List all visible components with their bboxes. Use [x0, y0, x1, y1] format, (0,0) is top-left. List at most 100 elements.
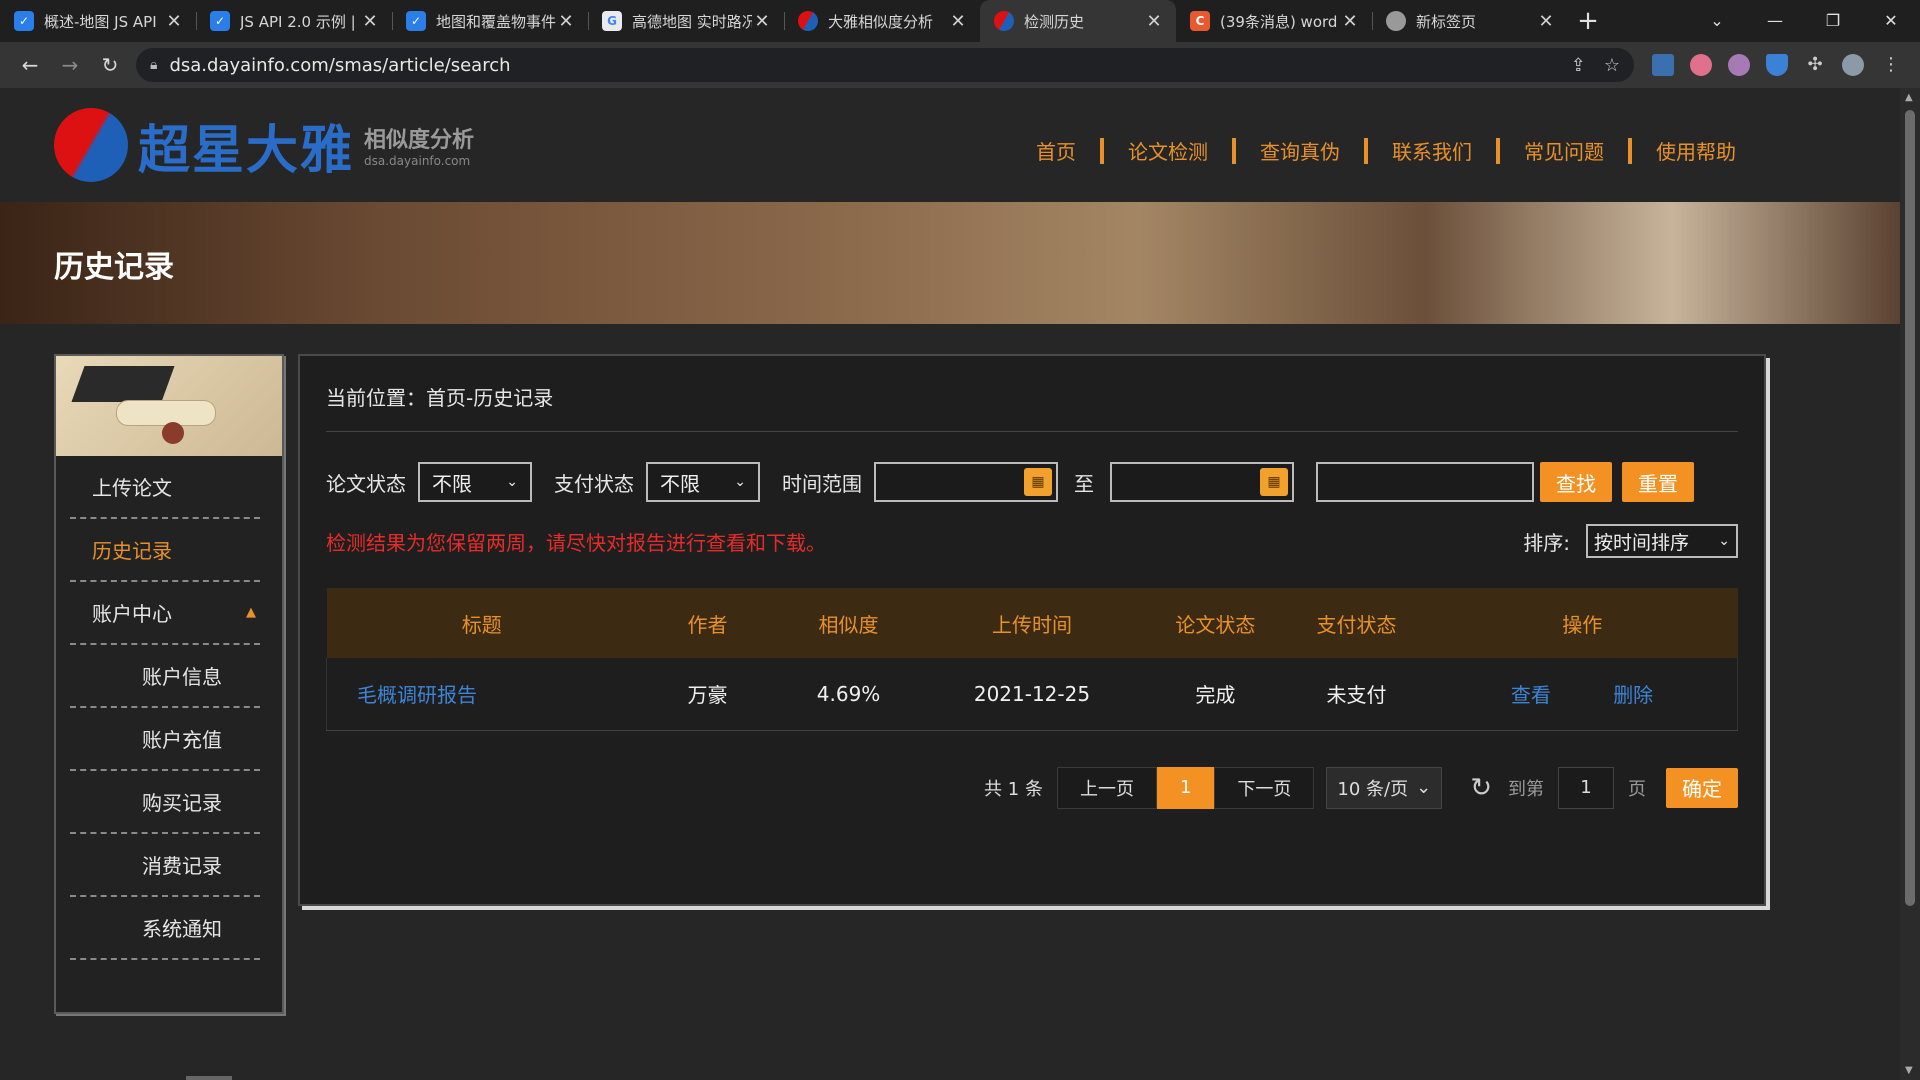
nav-faq[interactable]: 常见问题 [1500, 136, 1628, 165]
page-banner: 历史记录 [0, 202, 1900, 324]
avatar[interactable] [1842, 54, 1864, 76]
browser-tab[interactable]: ✓ 地图和覆盖物事件 ✕ [392, 0, 588, 42]
nav-paper-check[interactable]: 论文检测 [1104, 136, 1232, 165]
sort-control: 排序: 按时间排序 ⌄ [1523, 524, 1738, 558]
delete-link[interactable]: 删除 [1613, 683, 1653, 707]
sidebar-item-recharge[interactable]: 账户充值 [70, 708, 260, 771]
browser-tab-strip: ✓ 概述-地图 JS API ✕ ✓ JS API 2.0 示例 | ✕ ✓ 地图和覆盖物… [0, 0, 1920, 42]
sidebar-item-purchases[interactable]: 购买记录 [70, 771, 260, 834]
sidebar-item-upload[interactable]: 上传论文 [70, 456, 260, 519]
pay-status-select[interactable]: 不限 ⌄ [646, 462, 760, 502]
close-tab-icon[interactable]: ✕ [1144, 11, 1164, 32]
reset-button[interactable]: 重置 [1622, 462, 1694, 502]
close-tab-icon[interactable]: ✕ [164, 11, 184, 32]
similarity-cell: 4.69% [816, 681, 881, 706]
scroll-up-icon[interactable]: ▲ [1905, 92, 1913, 103]
col-title: 标题 [461, 612, 502, 637]
nav-verify[interactable]: 查询真伪 [1236, 136, 1364, 165]
browser-tab[interactable]: C (39条消息) word ✕ [1176, 0, 1372, 42]
refresh-icon[interactable]: ↻ [1470, 773, 1492, 803]
start-date-input[interactable]: ▦ [874, 462, 1058, 502]
sidebar-item-history[interactable]: 历史记录 [70, 519, 260, 582]
paper-title-link[interactable]: 毛概调研报告 [327, 658, 637, 730]
col-pay-status: 支付状态 [1316, 612, 1397, 637]
browser-tab[interactable]: 新标签页 ✕ [1372, 0, 1568, 42]
sidebar: 上传论文 历史记录 账户中心 ▲ 账户信息 账户充值 购买记录 消费记录 系统通知 [54, 354, 284, 1014]
table-header-row: 标题 作者 相似度 上传时间 论文状态 支付状态 操作 [326, 588, 1738, 658]
keyword-input[interactable] [1316, 462, 1534, 502]
calendar-icon[interactable]: ▦ [1024, 468, 1052, 496]
page-scrollbar[interactable]: ▲ ▼ [1900, 88, 1920, 1080]
extension-icon[interactable] [1652, 54, 1674, 76]
reload-icon[interactable]: ↻ [90, 53, 130, 77]
goto-label: 到第 [1508, 778, 1544, 800]
page-size-select[interactable]: 10 条/页 ⌄ [1326, 766, 1443, 809]
tab-search-icon[interactable]: ⌄ [1688, 0, 1746, 42]
extension-icon[interactable] [1728, 54, 1750, 76]
goto-page-input[interactable]: 1 [1558, 766, 1614, 809]
tab-title: 检测历史 [1024, 12, 1085, 31]
end-date-input[interactable]: ▦ [1110, 462, 1294, 502]
close-tab-icon[interactable]: ✕ [360, 11, 380, 32]
author-cell: 万豪 [687, 683, 728, 708]
paper-status-select[interactable]: 不限 ⌄ [418, 462, 532, 502]
next-page-button[interactable]: 下一页 [1214, 766, 1315, 809]
sidebar-item-notifications[interactable]: 系统通知 [70, 897, 260, 960]
sort-select[interactable]: 按时间排序 ⌄ [1586, 524, 1738, 558]
close-tab-icon[interactable]: ✕ [556, 11, 576, 32]
sidebar-item-account-center[interactable]: 账户中心 ▲ [70, 582, 260, 645]
nav-contact[interactable]: 联系我们 [1368, 136, 1496, 165]
pay-status-cell: 未支付 [1326, 683, 1387, 708]
close-window-icon[interactable]: ✕ [1862, 0, 1920, 42]
browser-tab[interactable]: ✓ JS API 2.0 示例 | ✕ [196, 0, 392, 42]
scroll-down-icon[interactable]: ▼ [1905, 1065, 1913, 1076]
sidebar-item-label: 系统通知 [142, 917, 222, 941]
close-tab-icon[interactable]: ✕ [752, 11, 772, 32]
share-icon[interactable]: ⇪ [1571, 55, 1586, 76]
col-similarity: 相似度 [818, 612, 879, 637]
view-link[interactable]: 查看 [1511, 683, 1551, 707]
breadcrumb: 当前位置：首页-历史记录 [326, 356, 1738, 432]
scrollbar-thumb[interactable] [1905, 110, 1915, 906]
sidebar-item-label: 购买记录 [142, 791, 222, 815]
calendar-icon[interactable]: ▦ [1260, 468, 1288, 496]
google-favicon: G [602, 11, 622, 31]
sidebar-item-label: 历史记录 [92, 539, 172, 563]
sidebar-item-account-info[interactable]: 账户信息 [70, 645, 260, 708]
restore-icon[interactable]: ❐ [1804, 0, 1862, 42]
browser-tab-active[interactable]: 检测历史 ✕ [980, 0, 1176, 42]
address-bar[interactable]: 🔒︎ dsa.dayainfo.com/smas/article/search … [136, 48, 1634, 82]
nav-help[interactable]: 使用帮助 [1632, 136, 1760, 165]
menu-kebab-icon[interactable]: ⋮ [1880, 54, 1902, 76]
extension-icon[interactable] [1690, 54, 1712, 76]
history-table: 标题 作者 相似度 上传时间 论文状态 支付状态 操作 毛概调研报告 万豪 4.… [326, 588, 1738, 731]
puzzle-icon[interactable]: ✣ [1804, 54, 1826, 76]
tab-favicon: ✓ [406, 11, 426, 31]
browser-tab[interactable]: ✓ 概述-地图 JS API ✕ [0, 0, 196, 42]
select-value: 按时间排序 [1594, 531, 1690, 554]
minimize-icon[interactable]: — [1746, 0, 1804, 42]
forward-icon[interactable]: → [50, 53, 90, 77]
lock-icon[interactable]: 🔒︎ [150, 57, 157, 73]
browser-tab[interactable]: G 高德地图 实时路况 ✕ [588, 0, 784, 42]
upload-time-cell: 2021-12-25 [973, 681, 1091, 706]
prev-page-button[interactable]: 上一页 [1056, 766, 1157, 809]
page-number-current[interactable]: 1 [1156, 766, 1215, 809]
tab-title: JS API 2.0 示例 | [240, 12, 356, 31]
new-tab-button[interactable]: + [1568, 0, 1608, 42]
search-button[interactable]: 查找 [1540, 462, 1612, 502]
close-tab-icon[interactable]: ✕ [1340, 11, 1360, 32]
close-tab-icon[interactable]: ✕ [948, 11, 968, 32]
goto-confirm-button[interactable]: 确定 [1666, 767, 1738, 808]
close-tab-icon[interactable]: ✕ [1536, 11, 1556, 32]
nav-home[interactable]: 首页 [1012, 136, 1100, 165]
back-icon[interactable]: ← [10, 53, 50, 77]
sidebar-item-label: 账户充值 [142, 728, 222, 752]
browser-tab[interactable]: 大雅相似度分析 ✕ [784, 0, 980, 42]
bookmark-star-icon[interactable]: ☆ [1604, 55, 1620, 76]
sidebar-item-spending[interactable]: 消费记录 [70, 834, 260, 897]
tab-title: 地图和覆盖物事件 [436, 12, 556, 31]
tab-title: 高德地图 实时路况 [632, 12, 752, 31]
tab-favicon: ✓ [14, 11, 34, 31]
extension-icon[interactable] [1766, 54, 1788, 76]
